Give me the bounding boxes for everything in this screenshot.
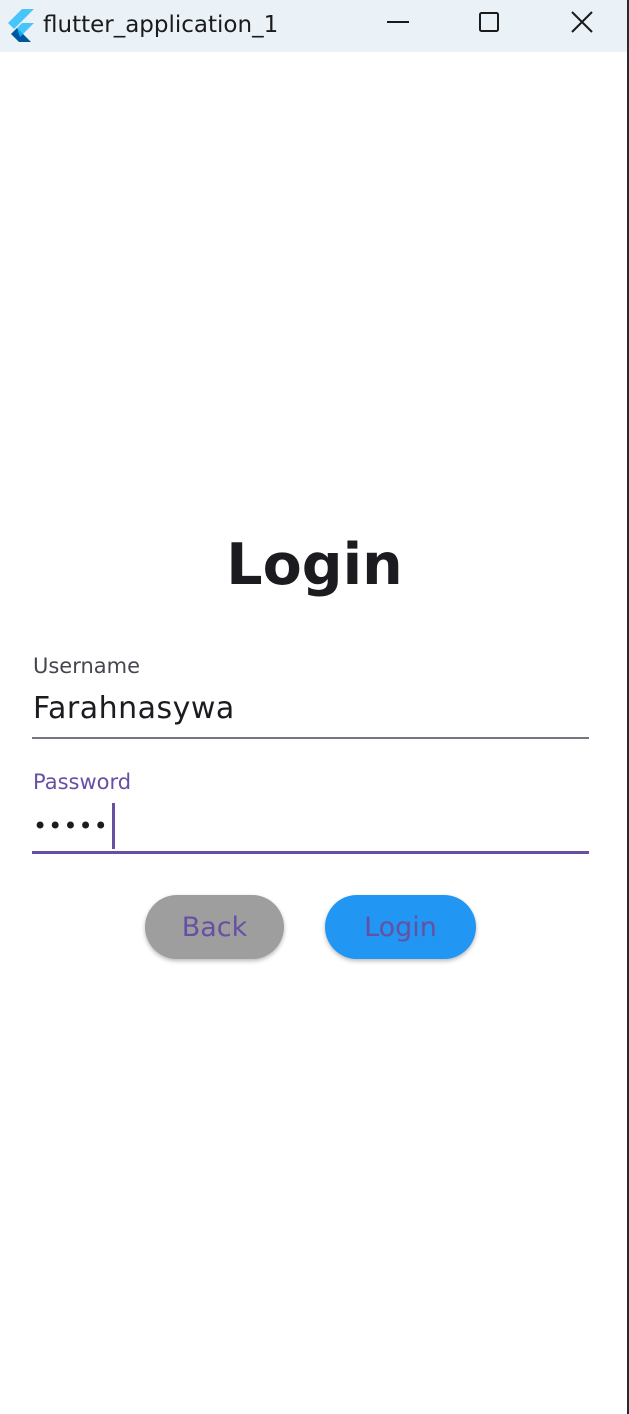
maximize-icon xyxy=(477,10,501,38)
title-bar[interactable]: flutter_application_1 xyxy=(0,0,629,52)
username-field[interactable]: Farahnasywa xyxy=(33,690,235,728)
username-label: Username xyxy=(33,654,141,678)
password-field[interactable]: ••••• xyxy=(33,803,115,849)
back-button[interactable]: Back xyxy=(145,895,284,959)
app-window: flutter_application_1 Login Username Far… xyxy=(0,0,629,1414)
login-button[interactable]: Login xyxy=(325,895,476,959)
password-underline xyxy=(32,851,589,854)
password-masked-value: ••••• xyxy=(33,812,109,840)
password-label: Password xyxy=(33,770,132,794)
minimize-button[interactable] xyxy=(352,0,444,48)
flutter-logo-icon xyxy=(8,8,34,45)
maximize-button[interactable] xyxy=(443,0,535,48)
text-cursor xyxy=(111,803,115,849)
close-button[interactable] xyxy=(536,0,628,48)
page-title: Login xyxy=(226,532,403,598)
window-title: flutter_application_1 xyxy=(43,12,279,38)
close-icon xyxy=(570,10,594,38)
username-underline xyxy=(32,737,589,739)
minimize-icon xyxy=(386,10,410,38)
